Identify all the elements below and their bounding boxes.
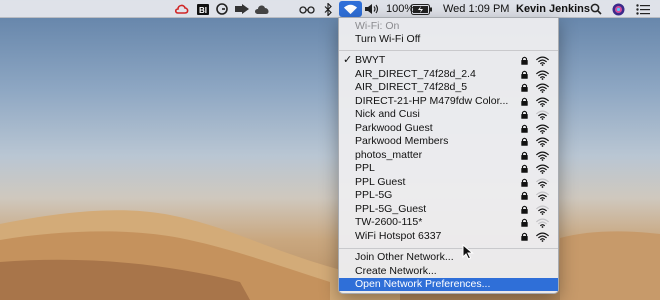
network-item[interactable]: DIRECT-21-HP M479fdw Color... <box>339 95 558 108</box>
network-item[interactable]: PPL-5G_Guest <box>339 203 558 216</box>
network-name: AIR_DIRECT_74f28d_2.4 <box>355 67 476 80</box>
network-item[interactable]: WiFi Hotspot 6337 <box>339 230 558 243</box>
desktop-wallpaper <box>0 210 660 300</box>
network-name: photos_matter <box>355 148 423 161</box>
creative-cloud-icon[interactable] <box>174 0 190 18</box>
separator <box>339 248 558 249</box>
network-name: BWYT <box>355 54 386 66</box>
network-name: Nick and Cusi <box>355 108 420 120</box>
lock-icon <box>521 70 528 79</box>
lock-icon <box>521 205 528 214</box>
lock-icon <box>521 56 528 65</box>
create-network[interactable]: Create Network... <box>339 265 558 278</box>
lock-icon <box>521 97 528 106</box>
network-name: PPL Guest <box>355 175 406 188</box>
mouse-cursor-icon <box>462 244 474 260</box>
wifi-signal-icon <box>536 124 549 134</box>
network-item[interactable]: photos_matter <box>339 149 558 162</box>
network-name: DIRECT-21-HP M479fdw Color... <box>355 94 509 107</box>
svg-text:BI: BI <box>199 6 207 15</box>
arrow-icon[interactable] <box>234 0 250 18</box>
wifi-signal-icon <box>536 218 549 228</box>
list-icon[interactable] <box>636 0 650 18</box>
lock-icon <box>521 151 528 160</box>
siri-icon[interactable] <box>612 0 625 18</box>
network-name: TW-2600-115* <box>355 216 423 228</box>
lock-icon <box>521 191 528 200</box>
network-item[interactable]: PPL Guest <box>339 176 558 189</box>
wifi-status: Wi-Fi: On <box>355 20 400 32</box>
lock-icon <box>521 83 528 92</box>
network-item[interactable]: Parkwood Members <box>339 135 558 148</box>
network-name: WiFi Hotspot 6337 <box>355 229 442 242</box>
wifi-signal-icon <box>536 164 549 174</box>
network-item[interactable]: AIR_DIRECT_74f28d_5 <box>339 81 558 94</box>
network-item[interactable]: ✓ BWYT <box>339 54 558 67</box>
wifi-signal-icon <box>536 110 549 120</box>
wifi-menu: Wi-Fi: On Turn Wi-Fi Off ✓ BWYT AIR_DIRECT… <box>338 17 559 294</box>
lock-icon <box>521 124 528 133</box>
open-network-preferences[interactable]: Open Network Preferences... <box>339 278 558 291</box>
bluetooth-icon[interactable] <box>324 0 332 18</box>
lock-icon <box>521 218 528 227</box>
wifi-signal-icon <box>536 205 549 215</box>
turn-wifi-off[interactable]: Turn Wi-Fi Off <box>339 33 558 46</box>
wifi-signal-icon <box>536 232 549 242</box>
cloud-icon[interactable] <box>254 0 270 18</box>
join-other-network[interactable]: Join Other Network... <box>339 251 558 264</box>
bi-icon[interactable]: BI <box>197 0 209 18</box>
network-item[interactable]: TW-2600-115* <box>339 216 558 229</box>
wifi-signal-icon <box>536 56 549 66</box>
network-item[interactable]: PPL-5G <box>339 189 558 202</box>
checkmark-icon: ✓ <box>343 54 353 66</box>
wifi-signal-icon <box>536 70 549 80</box>
wifi-signal-icon <box>536 178 549 188</box>
network-name: PPL <box>355 162 375 174</box>
wifi-signal-icon <box>536 191 549 201</box>
wifi-signal-icon <box>536 97 549 107</box>
wifi-signal-icon <box>536 151 549 161</box>
search-icon[interactable] <box>590 0 602 18</box>
separator <box>339 50 558 51</box>
lock-icon <box>521 232 528 241</box>
network-name: PPL-5G <box>355 189 393 201</box>
lock-icon <box>521 164 528 173</box>
lock-icon <box>521 178 528 187</box>
lock-icon <box>521 110 528 119</box>
wifi-signal-icon <box>536 83 549 93</box>
clock[interactable]: Wed 1:09 PM <box>443 0 509 18</box>
user-name[interactable]: Kevin Jenkins <box>516 0 590 18</box>
network-item[interactable]: PPL <box>339 162 558 175</box>
glasses-icon[interactable] <box>299 0 315 18</box>
network-item[interactable]: Nick and Cusi <box>339 108 558 121</box>
network-item[interactable]: AIR_DIRECT_74f28d_2.4 <box>339 68 558 81</box>
network-item[interactable]: Parkwood Guest <box>339 122 558 135</box>
network-name: Parkwood Members <box>355 135 449 147</box>
network-name: Parkwood Guest <box>355 121 433 134</box>
battery-percent: 100% <box>386 3 415 15</box>
volume-icon[interactable] <box>364 0 380 18</box>
network-name: PPL-5G_Guest <box>355 202 427 215</box>
network-name: AIR_DIRECT_74f28d_5 <box>355 81 468 93</box>
battery-icon[interactable] <box>411 0 433 18</box>
grammarly-icon[interactable] <box>216 0 228 18</box>
wifi-icon[interactable] <box>339 1 362 17</box>
menu-bar: BI 100% Wed 1:09 PM Kevin Jenkins <box>0 0 660 18</box>
wifi-signal-icon <box>536 137 549 147</box>
lock-icon <box>521 137 528 146</box>
